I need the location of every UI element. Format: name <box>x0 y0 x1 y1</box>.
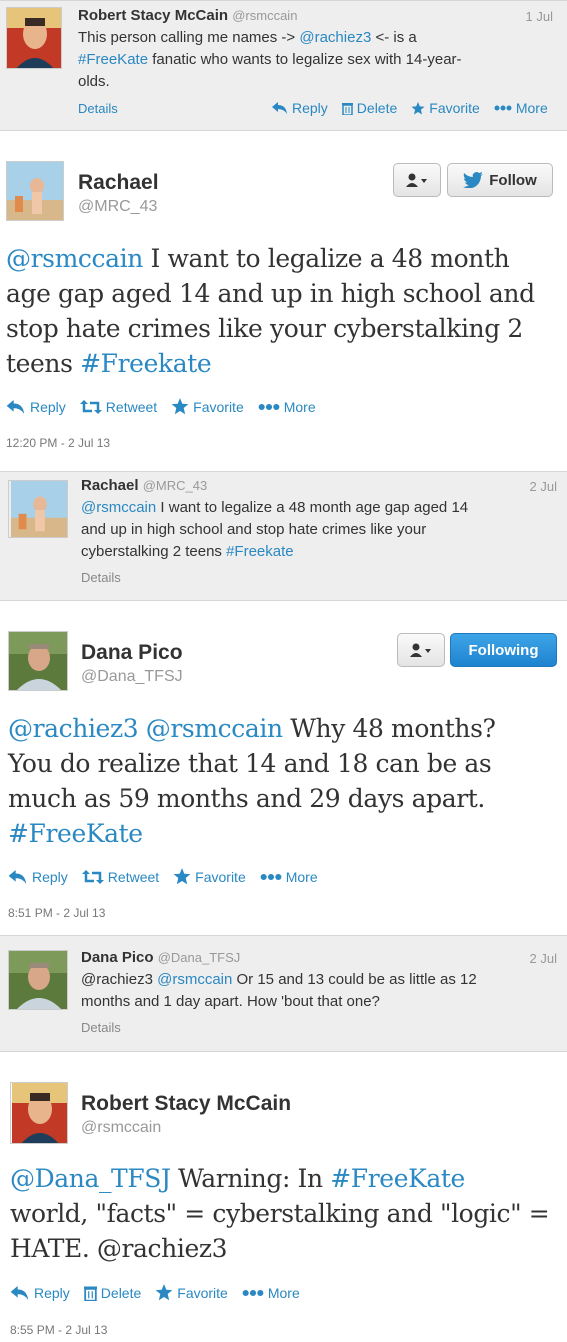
avatar-rachael[interactable] <box>8 480 68 538</box>
more-button[interactable]: More <box>494 100 548 116</box>
tweet4-handle[interactable]: @rsmccain <box>81 1119 161 1137</box>
mention-link[interactable]: @rachiez3 <box>8 714 139 743</box>
delete-button[interactable]: Delete <box>83 1285 141 1301</box>
more-dots-icon <box>242 1289 264 1296</box>
hashtag-link[interactable]: #Freekate <box>226 543 294 560</box>
delete-button[interactable]: Delete <box>341 100 397 116</box>
mention-link[interactable]: @Dana_TFSJ <box>10 1164 171 1193</box>
reply-button[interactable]: Reply <box>6 399 66 415</box>
star-icon <box>171 398 189 415</box>
mention-link[interactable]: @rsmccain <box>157 971 232 988</box>
reply2-text: @rsmccain I want to legalize a 48 month … <box>81 499 469 560</box>
tweet4-actions: Reply Delete Favorite More <box>10 1284 314 1301</box>
reply-icon <box>10 1285 29 1300</box>
tweet-dana: Dana Pico @Dana_TFSJ Following @rachiez3… <box>0 601 567 935</box>
user-dropdown-button[interactable] <box>393 163 441 197</box>
more-button[interactable]: More <box>260 869 318 885</box>
tweet3-handle[interactable]: @Dana_TFSJ <box>81 668 183 686</box>
tweet2-handle[interactable]: @MRC_43 <box>78 198 157 216</box>
user-dropdown-button[interactable] <box>397 633 445 667</box>
reply3-details-link[interactable]: Details <box>81 1020 121 1035</box>
mention-link[interactable]: @rachiez3 <box>299 29 371 46</box>
avatar-dana[interactable] <box>8 631 68 691</box>
tweet1-details-link[interactable]: Details <box>78 101 118 116</box>
more-dots-icon <box>258 403 280 410</box>
tweet4-author[interactable]: Robert Stacy McCain <box>81 1092 291 1116</box>
tweet3-actions: Reply Retweet Favorite More <box>8 868 332 885</box>
more-button[interactable]: More <box>258 399 316 415</box>
reply-rachael: Rachael @MRC_43 2 Jul @rsmccain I want t… <box>0 471 567 601</box>
avatar-rachael[interactable] <box>6 161 64 221</box>
reply-icon <box>272 102 287 114</box>
user-icon <box>410 643 431 657</box>
mention-link[interactable]: @rsmccain <box>81 499 156 516</box>
tweet4-timestamp[interactable]: 8:55 PM - 2 Jul 13 <box>10 1323 107 1337</box>
more-dots-icon <box>260 873 282 880</box>
tweet2-timestamp[interactable]: 12:20 PM - 2 Jul 13 <box>6 436 110 450</box>
following-button[interactable]: Following <box>450 633 557 667</box>
user-icon <box>406 173 427 187</box>
avatar-mccain[interactable] <box>10 1082 68 1144</box>
retweet-button[interactable]: Retweet <box>81 869 159 885</box>
tweet-rachael: Rachael @MRC_43 Follow @rsmccain I want … <box>0 131 567 471</box>
reply3-date[interactable]: 2 Jul <box>530 951 557 966</box>
twitter-bird-icon <box>463 172 484 188</box>
tweet1-author[interactable]: Robert Stacy McCain @rsmccain <box>78 7 297 24</box>
reply2-details-link[interactable]: Details <box>81 570 121 585</box>
tweet3-timestamp[interactable]: 8:51 PM - 2 Jul 13 <box>8 906 105 920</box>
tweet1-text: This person calling me names -> @rachiez… <box>78 29 462 90</box>
tweet2-text: @rsmccain I want to legalize a 48 month … <box>6 244 535 378</box>
hashtag-link[interactable]: #FreeKate <box>78 51 148 68</box>
tweet2-author[interactable]: Rachael <box>78 171 159 195</box>
reply-button[interactable]: Reply <box>10 1285 70 1301</box>
tweet-mccain-2: Robert Stacy McCain @rsmccain @Dana_TFSJ… <box>0 1052 567 1342</box>
reply3-text: @rachiez3 @rsmccain Or 15 and 13 could b… <box>81 971 477 1010</box>
retweet-icon <box>81 869 104 884</box>
more-button[interactable]: More <box>242 1285 300 1301</box>
tweet3-text: @rachiez3 @rsmccain Why 48 months? You d… <box>8 714 496 848</box>
retweet-icon <box>79 399 102 414</box>
favorite-button[interactable]: Favorite <box>173 868 246 885</box>
reply-dana: Dana Pico @Dana_TFSJ 2 Jul @rachiez3 @rs… <box>0 935 567 1052</box>
tweet2-actions: Reply Retweet Favorite More <box>6 398 330 415</box>
tweet4-text: @Dana_TFSJ Warning: In #FreeKate world, … <box>10 1164 550 1263</box>
reply-icon <box>8 869 27 884</box>
hashtag-link[interactable]: #Freekate <box>80 349 212 378</box>
reply3-author[interactable]: Dana Pico @Dana_TFSJ <box>81 949 240 966</box>
hashtag-link[interactable]: #FreeKate <box>8 819 143 848</box>
retweet-button[interactable]: Retweet <box>79 399 157 415</box>
favorite-button[interactable]: Favorite <box>411 100 480 116</box>
tweet3-author[interactable]: Dana Pico <box>81 641 183 665</box>
favorite-button[interactable]: Favorite <box>155 1284 228 1301</box>
avatar-dana[interactable] <box>8 950 68 1010</box>
star-icon <box>173 868 191 885</box>
more-dots-icon <box>494 105 512 111</box>
tweet1-handle[interactable]: @rsmccain <box>232 8 297 23</box>
mention-link[interactable]: @rsmccain <box>6 244 143 273</box>
trash-icon <box>83 1286 97 1301</box>
reply2-author[interactable]: Rachael @MRC_43 <box>81 477 207 494</box>
tweet1-actions: Reply Delete Favorite More <box>272 100 548 116</box>
star-icon <box>155 1284 173 1301</box>
reply-button[interactable]: Reply <box>8 869 68 885</box>
trash-icon <box>341 102 353 115</box>
favorite-button[interactable]: Favorite <box>171 398 244 415</box>
tweet-mccain-1: Robert Stacy McCain @rsmccain 1 Jul This… <box>0 0 567 131</box>
reply2-date[interactable]: 2 Jul <box>530 479 557 494</box>
reply-icon <box>6 399 25 414</box>
hashtag-link[interactable]: #FreeKate <box>330 1164 465 1193</box>
star-icon <box>411 101 425 114</box>
follow-button[interactable]: Follow <box>447 163 553 197</box>
mention-link[interactable]: @rsmccain <box>146 714 283 743</box>
reply2-handle[interactable]: @MRC_43 <box>143 478 208 493</box>
tweet1-date[interactable]: 1 Jul <box>526 9 553 24</box>
reply3-handle[interactable]: @Dana_TFSJ <box>158 950 241 965</box>
avatar-mccain[interactable] <box>6 7 62 69</box>
reply-button[interactable]: Reply <box>272 100 328 116</box>
